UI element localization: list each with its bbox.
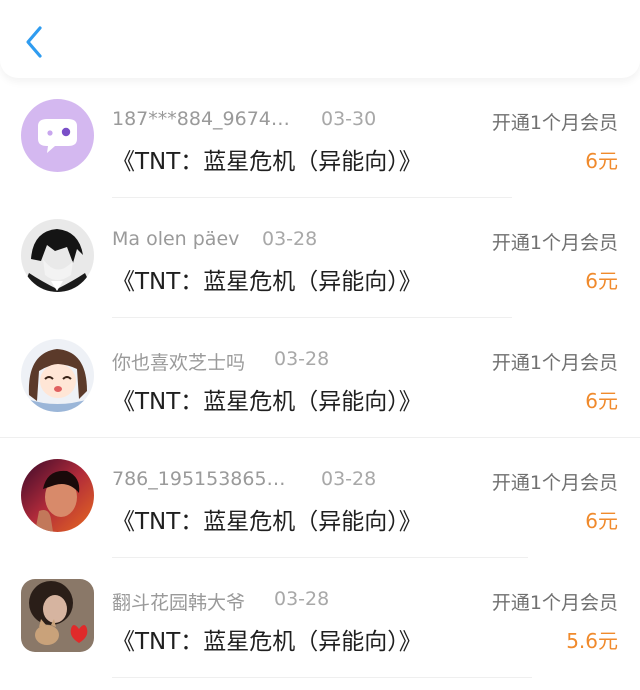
list-item[interactable]: 你也喜欢芝士吗 03-28 《TNT：蓝星危机（异能向）》 开通1个月会员 6元 [0, 318, 640, 438]
date: 03-28 [274, 348, 330, 370]
date: 03-28 [274, 588, 330, 610]
book-title: 《TNT：蓝星危机（异能向）》 [112, 389, 422, 415]
anime-girl-avatar [21, 339, 94, 412]
list-item[interactable]: 187***884_9674… 03-30 《TNT：蓝星危机（异能向）》 开通… [0, 78, 640, 198]
date: 03-30 [321, 108, 377, 130]
anime-boy-avatar [21, 219, 94, 292]
book-title: 《TNT：蓝星危机（异能向）》 [112, 149, 422, 175]
action-text: 开通1个月会员 [491, 232, 618, 254]
cat-photo-avatar [21, 579, 94, 652]
price: 6元 [585, 389, 618, 413]
username: Ma olen päev [112, 228, 240, 250]
price: 5.6元 [566, 629, 618, 653]
chat-bubble-icon [21, 99, 94, 172]
action-text: 开通1个月会员 [491, 352, 618, 374]
list-item[interactable]: 786_195153865… 03-28 《TNT：蓝星危机（异能向）》 开通1… [0, 438, 640, 558]
username: 你也喜欢芝士吗 [112, 352, 246, 374]
list-item[interactable]: Ma olen päev 03-28 《TNT：蓝星危机（异能向）》 开通1个月… [0, 198, 640, 318]
purchase-list: 187***884_9674… 03-30 《TNT：蓝星危机（异能向）》 开通… [0, 78, 640, 678]
price: 6元 [585, 149, 618, 173]
price: 6元 [585, 269, 618, 293]
date: 03-28 [262, 228, 318, 250]
price: 6元 [585, 509, 618, 533]
username: 翻斗花园韩大爷 [112, 592, 246, 614]
top-bar [0, 0, 640, 78]
date: 03-28 [321, 468, 377, 490]
username: 786_195153865… [112, 468, 286, 490]
list-item[interactable]: 翻斗花园韩大爷 03-28 《TNT：蓝星危机（异能向）》 开通1个月会员 5.… [0, 558, 640, 678]
divider [112, 677, 532, 678]
book-title: 《TNT：蓝星危机（异能向）》 [112, 509, 422, 535]
username: 187***884_9674… [112, 108, 290, 130]
action-text: 开通1个月会员 [491, 112, 618, 134]
action-text: 开通1个月会员 [491, 592, 618, 614]
photo-avatar [21, 459, 94, 532]
action-text: 开通1个月会员 [491, 472, 618, 494]
book-title: 《TNT：蓝星危机（异能向）》 [112, 269, 422, 295]
chevron-left-icon[interactable] [20, 22, 48, 62]
book-title: 《TNT：蓝星危机（异能向）》 [112, 629, 422, 655]
